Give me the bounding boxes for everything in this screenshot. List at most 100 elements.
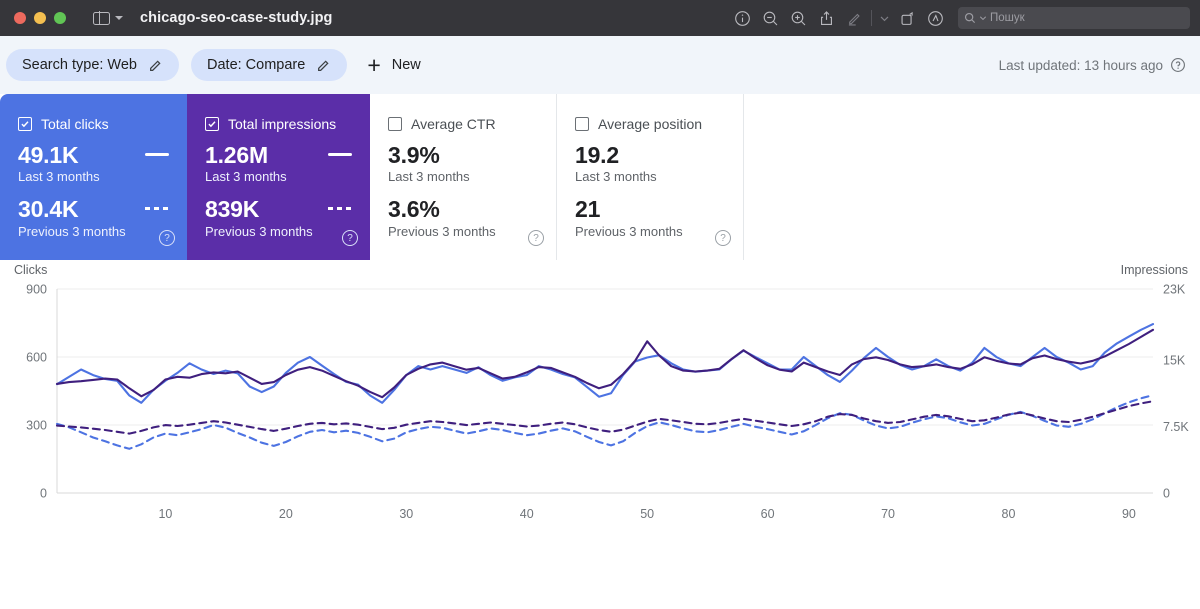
card-current-label: Last 3 months: [18, 169, 100, 184]
new-filter-button[interactable]: + New: [367, 54, 420, 77]
dashed-line-indicator-icon: [145, 207, 169, 210]
card-title: Total impressions: [228, 116, 336, 132]
rotate-icon[interactable]: [893, 4, 921, 32]
card-current-row: 19.2 Last 3 months: [575, 142, 725, 184]
x-axis-tick: 90: [1122, 507, 1136, 521]
help-circle-icon[interactable]: [1170, 57, 1186, 73]
y-axis-right-tick: 15K: [1163, 353, 1186, 367]
help-circle-icon[interactable]: ?: [159, 230, 175, 246]
chart-canvas[interactable]: 0 300 600 900 0 7.5K 15K 23K 10 20 30 40 50 60 70 80 90: [0, 260, 1200, 573]
chart-series-line: [57, 395, 1153, 449]
chart-series-line: [57, 324, 1153, 403]
card-previous-value: 839K: [205, 196, 313, 222]
sidebar-panel-icon: [93, 12, 110, 25]
titlebar-toolbar: Пошук: [728, 0, 1190, 36]
card-header: Average position: [575, 116, 725, 132]
filter-chip-search-type[interactable]: Search type: Web: [6, 49, 179, 81]
card-previous-label: Previous 3 months: [18, 224, 126, 239]
pencil-icon: [148, 58, 163, 73]
card-header: Total impressions: [205, 116, 352, 132]
annotate-icon[interactable]: [921, 4, 949, 32]
metric-card-total-clicks[interactable]: Total clicks 49.1K Last 3 months 30.4K P…: [0, 94, 187, 260]
card-header: Total clicks: [18, 116, 169, 132]
zoom-out-icon[interactable]: [756, 4, 784, 32]
x-axis-tick: 80: [1002, 507, 1016, 521]
y-axis-right-tick: 23K: [1163, 283, 1186, 297]
dashed-line-indicator-icon: [328, 207, 352, 210]
card-previous-row: 839K Previous 3 months: [205, 196, 352, 238]
zoom-in-icon[interactable]: [784, 4, 812, 32]
y-axis-left-tick: 900: [26, 283, 47, 297]
sidebar-toggle-button[interactable]: [93, 12, 123, 25]
close-window-button[interactable]: [14, 12, 26, 24]
card-title: Average CTR: [411, 116, 496, 132]
solid-line-indicator-icon: [145, 153, 169, 156]
total-clicks-checkbox[interactable]: [18, 117, 32, 131]
search-chevron-down-icon: [979, 14, 987, 22]
card-current-row: 1.26M Last 3 months: [205, 142, 352, 184]
check-icon: [207, 119, 217, 129]
filter-chip-date[interactable]: Date: Compare: [191, 49, 347, 81]
minimize-window-button[interactable]: [34, 12, 46, 24]
card-previous-label: Previous 3 months: [575, 224, 683, 239]
card-title: Total clicks: [41, 116, 109, 132]
document-title: chicago-seo-case-study.jpg: [140, 10, 333, 26]
filter-chip-search-type-label: Search type: Web: [22, 57, 137, 73]
new-filter-label: New: [392, 57, 421, 73]
help-circle-icon[interactable]: ?: [715, 230, 731, 246]
card-previous-value: 21: [575, 196, 683, 222]
y-axis-right-tick: 7.5K: [1163, 420, 1189, 434]
x-axis-tick: 20: [279, 507, 293, 521]
info-icon[interactable]: [728, 4, 756, 32]
card-current-value: 49.1K: [18, 142, 100, 168]
card-current-label: Last 3 months: [205, 169, 287, 184]
y-axis-left-tick: 300: [26, 419, 47, 433]
search-input[interactable]: Пошук: [958, 7, 1190, 29]
metric-cards-spacer: [744, 94, 1200, 260]
average-ctr-checkbox[interactable]: [388, 117, 402, 131]
metric-card-average-ctr[interactable]: Average CTR 3.9% Last 3 months 3.6% Prev…: [370, 94, 557, 260]
toolbar-divider: [871, 10, 872, 26]
filter-chip-date-label: Date: Compare: [207, 57, 305, 73]
average-position-checkbox[interactable]: [575, 117, 589, 131]
card-previous-label: Previous 3 months: [388, 224, 496, 239]
metric-card-average-position[interactable]: Average position 19.2 Last 3 months 21 P…: [557, 94, 744, 260]
traffic-light-buttons[interactable]: [14, 12, 66, 24]
chart-series-line: [57, 401, 1153, 433]
chart-series-line: [57, 330, 1153, 397]
metric-cards: Total clicks 49.1K Last 3 months 30.4K P…: [0, 94, 1200, 260]
plus-icon: +: [367, 54, 380, 77]
card-current-label: Last 3 months: [388, 169, 470, 184]
x-axis-tick: 40: [520, 507, 534, 521]
help-circle-icon[interactable]: ?: [528, 230, 544, 246]
last-updated-text: Last updated: 13 hours ago: [999, 58, 1163, 73]
share-icon[interactable]: [812, 4, 840, 32]
search-icon: [964, 12, 976, 24]
x-axis-tick: 60: [761, 507, 775, 521]
card-current-value: 1.26M: [205, 142, 287, 168]
card-previous-value: 3.6%: [388, 196, 496, 222]
card-previous-row: 21 Previous 3 months: [575, 196, 725, 238]
last-updated-status: Last updated: 13 hours ago: [999, 57, 1186, 73]
markup-pen-icon[interactable]: [840, 4, 868, 32]
x-axis-tick: 70: [881, 507, 895, 521]
x-axis-tick: 50: [640, 507, 654, 521]
card-previous-value: 30.4K: [18, 196, 126, 222]
window-titlebar: chicago-seo-case-study.jpg: [0, 0, 1200, 36]
y-axis-left-tick: 0: [40, 487, 47, 501]
help-circle-icon[interactable]: ?: [342, 230, 358, 246]
x-axis-tick: 30: [399, 507, 413, 521]
card-previous-row: 30.4K Previous 3 months: [18, 196, 169, 238]
x-axis-tick: 10: [158, 507, 172, 521]
metric-card-total-impressions[interactable]: Total impressions 1.26M Last 3 months 83…: [187, 94, 370, 260]
maximize-window-button[interactable]: [54, 12, 66, 24]
performance-chart: Clicks Impressions 030060090007.5K15K23K…: [0, 260, 1200, 573]
markup-chevron-down-icon[interactable]: [875, 4, 893, 32]
card-current-value: 3.9%: [388, 142, 470, 168]
gsc-filter-bar: Search type: Web Date: Compare + New Las…: [0, 36, 1200, 94]
y-axis-right-tick: 0: [1163, 487, 1170, 501]
card-current-value: 19.2: [575, 142, 657, 168]
total-impressions-checkbox[interactable]: [205, 117, 219, 131]
card-header: Average CTR: [388, 116, 538, 132]
y-axis-left-tick: 600: [26, 351, 47, 365]
